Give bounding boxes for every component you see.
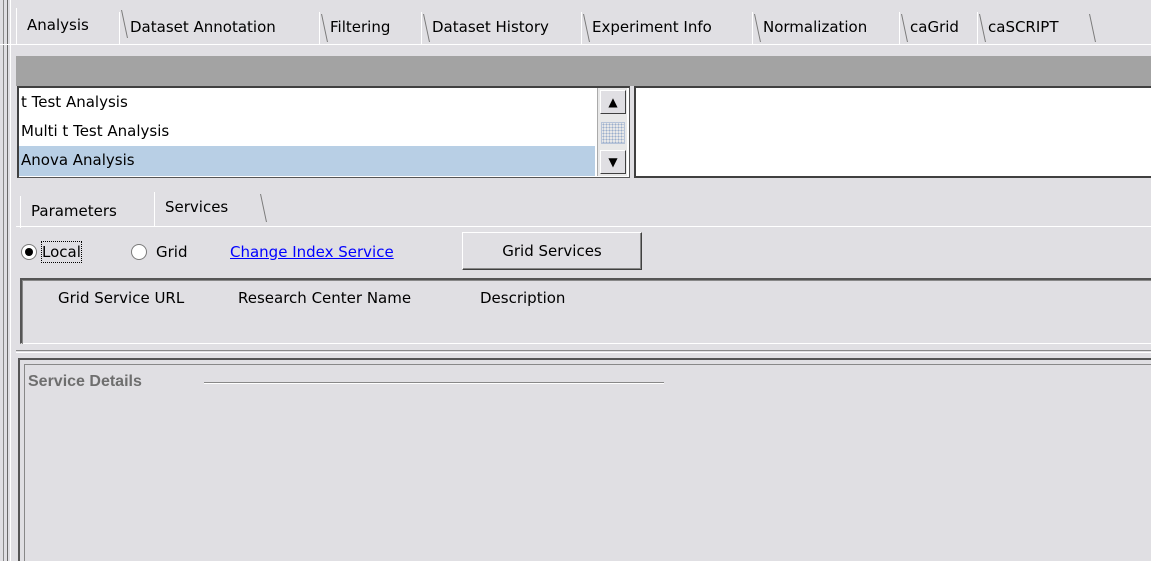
tab-parameters-label: Parameters <box>31 202 117 220</box>
list-item-selected[interactable]: Anova Analysis <box>19 146 595 176</box>
service-details-title-rule <box>204 382 664 384</box>
tab-cagrid[interactable]: caGrid <box>899 12 977 44</box>
grid-radio-label[interactable]: Grid <box>156 242 187 262</box>
scroll-thumb[interactable] <box>601 122 625 144</box>
column-header-description[interactable]: Description <box>480 284 565 312</box>
tab-cascript[interactable]: caSCRIPT <box>977 12 1087 44</box>
tab-filtering[interactable]: Filtering <box>319 12 421 44</box>
list-scrollbar[interactable]: ▲ ▼ <box>597 88 627 176</box>
grid-services-button[interactable]: Grid Services <box>462 232 642 270</box>
tab-cascript-label: caSCRIPT <box>988 18 1059 36</box>
column-header-grid-service-url[interactable]: Grid Service URL <box>58 284 184 312</box>
column-header-research-center-name[interactable]: Research Center Name <box>238 284 411 312</box>
tab-filtering-label: Filtering <box>330 18 391 36</box>
analysis-list[interactable]: t Test Analysis Multi t Test Analysis An… <box>17 86 630 178</box>
grid-radio[interactable] <box>131 244 147 260</box>
tab-analysis-label: Analysis <box>27 16 89 34</box>
tab-cagrid-label: caGrid <box>910 18 959 36</box>
tab-services-label: Services <box>165 198 229 216</box>
scroll-down-icon[interactable]: ▼ <box>600 150 626 174</box>
tab-dataset-history-label: Dataset History <box>432 18 549 36</box>
analysis-description-panel <box>634 86 1151 178</box>
list-item[interactable]: Multi t Test Analysis <box>19 117 595 147</box>
tab-normalization-label: Normalization <box>763 18 868 36</box>
tab-dataset-annotation[interactable]: Dataset Annotation <box>119 12 319 44</box>
tab-experiment-info-label: Experiment Info <box>592 18 712 36</box>
tab-normalization[interactable]: Normalization <box>752 12 899 44</box>
service-details-title: Service Details <box>28 373 142 390</box>
local-radio-label[interactable]: Local <box>41 241 82 263</box>
tab-dataset-history[interactable]: Dataset History <box>421 12 581 44</box>
local-radio[interactable] <box>21 244 37 260</box>
scroll-up-icon[interactable]: ▲ <box>600 90 626 114</box>
tab-dataset-annotation-label: Dataset Annotation <box>130 18 276 36</box>
tab-services[interactable]: Services <box>154 192 258 226</box>
toolbar-band <box>16 56 1151 86</box>
grid-services-table[interactable]: Grid Service URL Research Center Name De… <box>20 278 1151 344</box>
tab-experiment-info[interactable]: Experiment Info <box>581 12 752 44</box>
change-index-service-link[interactable]: Change Index Service <box>230 242 394 262</box>
service-details-panel <box>18 358 1151 561</box>
list-item[interactable]: t Test Analysis <box>19 88 595 118</box>
tab-analysis[interactable]: Analysis <box>16 8 119 44</box>
divider <box>16 350 1151 353</box>
tab-parameters[interactable]: Parameters <box>20 196 154 228</box>
